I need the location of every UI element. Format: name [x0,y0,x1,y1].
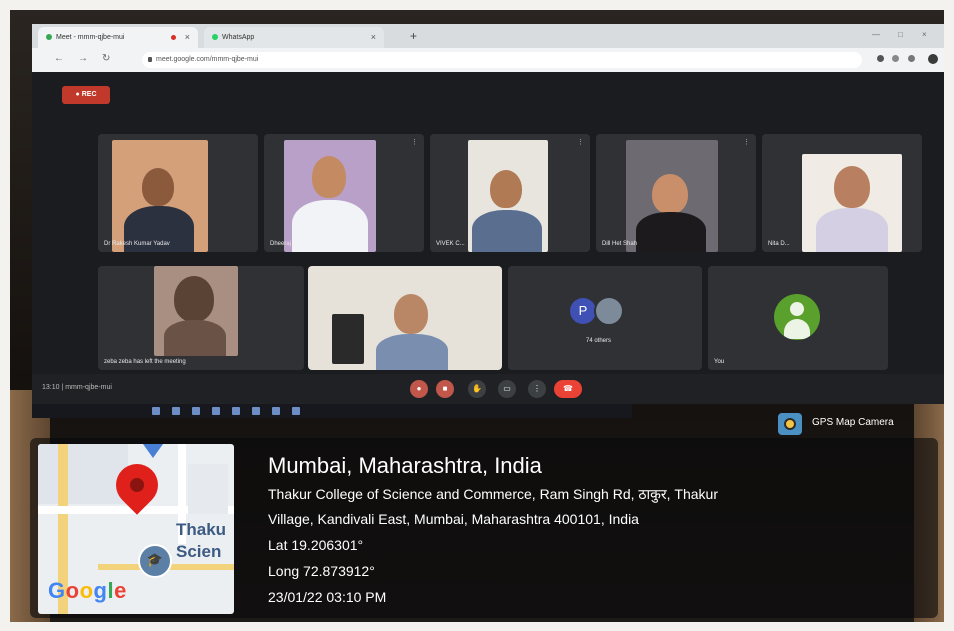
participant-video [468,140,548,252]
taskbar-app-icon[interactable] [232,407,240,415]
participant-video [802,154,902,252]
participant-left-notice: zeba zeba has left the meeting [104,359,186,365]
participant-tile[interactable] [308,266,502,370]
participant-tile[interactable]: Dill Het Shah ⋮ [596,134,756,252]
location-title: Mumbai, Maharashtra, India [268,453,542,478]
address-line: Thakur College of Science and Commerce, … [268,486,718,502]
taskbar-app-icon[interactable] [172,407,180,415]
gps-camera-icon [778,413,802,435]
others-count: 74 others [586,338,612,344]
browser-tab-bar: Meet - mmm-qjbe-mui × WhatsApp × + — □ × [32,24,944,48]
latitude: Lat 19.206301° [268,537,364,553]
gps-camera-label: GPS Map Camera [812,417,894,428]
participant-video [154,266,238,356]
end-call-icon[interactable]: ☎ [554,380,582,398]
reload-icon[interactable]: ↻ [102,53,110,64]
tab-whatsapp[interactable]: WhatsApp × [204,27,384,48]
others-tile[interactable]: P 74 others [508,266,702,370]
meet-favicon-icon [46,34,52,41]
address-bar-row: ← → ↻ meet.google.com/mmm-qjbe-mui [32,48,944,72]
participant-tile[interactable]: zeba zeba has left the meeting [98,266,304,370]
taskbar-app-icon[interactable] [252,407,260,415]
new-tab-button[interactable]: + [410,29,417,43]
map-place-label: Thaku [176,520,227,539]
participant-name: Nita D... [768,241,790,247]
datetime: 23/01/22 03:10 PM [268,589,387,605]
more-options-icon[interactable]: ⋮ [411,138,418,146]
tab-meet[interactable]: Meet - mmm-qjbe-mui × [38,27,198,48]
taskbar-app-icon[interactable] [212,407,220,415]
minimize-icon[interactable]: — [872,30,880,39]
more-options-icon[interactable]: ⋮ [528,380,546,398]
maximize-icon[interactable]: □ [898,30,903,39]
lock-icon [148,57,152,62]
participant-tile[interactable]: Dheeraj ⋮ [264,134,424,252]
taskbar-app-icon[interactable] [192,407,200,415]
close-tab-icon[interactable]: × [185,27,190,48]
mic-toggle-icon[interactable]: ● [410,380,428,398]
tab-label: WhatsApp [222,34,255,41]
tab-label: Meet - mmm-qjbe-mui [56,34,125,41]
close-tab-icon[interactable]: × [371,27,376,48]
forward-icon[interactable]: → [78,53,88,64]
location-map: 🎓 Thaku Scien Google [38,444,234,614]
close-window-icon[interactable]: × [922,30,927,39]
participant-name: Dr Rakesh Kumar Yadav [104,241,170,247]
longitude: Long 72.873912° [268,563,375,579]
bookmark-star-icon[interactable] [908,55,915,62]
profile-avatar[interactable] [928,54,938,64]
participant-video [112,140,208,252]
whatsapp-favicon-icon [212,34,218,41]
user-avatar-icon [774,294,820,340]
participant-video [626,140,718,252]
taskbar-app-icon[interactable] [292,407,300,415]
meeting-code: 13:10 | mmm-qjbe-mui [42,384,112,391]
avatar: P [570,298,596,324]
participant-video [374,288,450,370]
share-icon[interactable] [892,55,899,62]
raise-hand-icon[interactable]: ✋ [468,380,486,398]
address-line: Village, Kandivali East, Mumbai, Maharas… [268,511,639,527]
map-place-label: Scien [176,542,222,561]
participant-tile[interactable]: Dr Rakesh Kumar Yadav [98,134,258,252]
recording-dot-icon [171,35,176,40]
direction-arrow-icon [143,444,163,458]
avatar [594,296,624,326]
participant-tile[interactable]: Nita D... [762,134,922,252]
url-text: meet.google.com/mmm-qjbe-mui [156,56,259,63]
participant-video [284,140,376,252]
taskbar-app-icon[interactable] [152,407,160,415]
google-logo: Google [48,578,127,603]
participant-name: Dill Het Shah [602,241,638,247]
back-icon[interactable]: ← [54,53,64,64]
self-tile[interactable]: You [708,266,888,370]
self-name: You [714,359,725,365]
participant-name: VIVEK C... [436,241,465,247]
recording-badge: REC [62,86,110,104]
school-icon: 🎓 [138,544,172,578]
meet-window: REC Dr Rakesh Kumar Yadav Dheeraj ⋮ VIVE… [32,72,944,404]
present-screen-icon[interactable]: ▭ [498,380,516,398]
url-field[interactable]: meet.google.com/mmm-qjbe-mui [142,52,862,68]
participant-tile[interactable]: VIVEK C... ⋮ [430,134,590,252]
taskbar-app-icon[interactable] [272,407,280,415]
more-options-icon[interactable]: ⋮ [743,138,750,146]
background-object [332,314,364,364]
camera-indicator-icon[interactable] [877,55,884,62]
participant-name: Dheeraj [270,241,292,247]
camera-toggle-icon[interactable]: ■ [436,380,454,398]
meet-control-bar: 13:10 | mmm-qjbe-mui ● ■ ✋ ▭ ⋮ ☎ [32,374,944,404]
os-taskbar [32,404,632,418]
more-options-icon[interactable]: ⋮ [577,138,584,146]
